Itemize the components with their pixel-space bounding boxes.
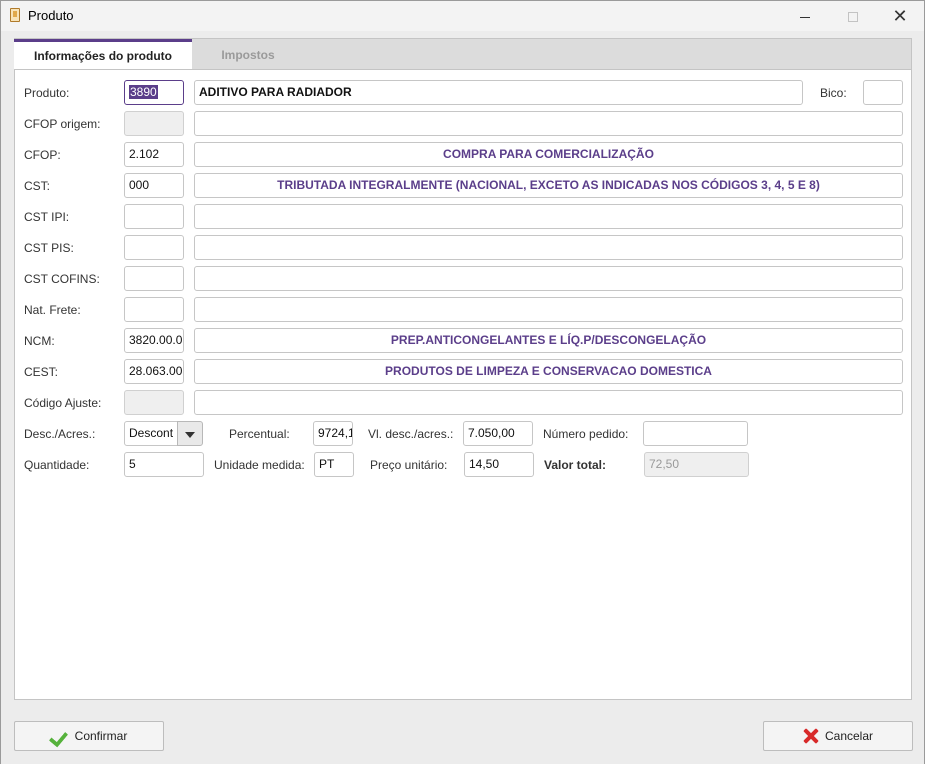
- maximize-icon: [848, 12, 858, 23]
- preco-unitario-label: Preço unitário:: [370, 458, 448, 472]
- minimize-button[interactable]: [782, 1, 828, 31]
- cfop-code-input[interactable]: 2.102: [124, 142, 184, 167]
- cst-cofins-description-field: [194, 266, 903, 291]
- maximize-button[interactable]: [830, 1, 876, 31]
- ncm-description-field: PREP.ANTICONGELANTES E LÍQ.P/DESCONGELAÇ…: [194, 328, 903, 353]
- cfop-description-field: COMPRA PARA COMERCIALIZAÇÃO: [194, 142, 903, 167]
- title-bar: Produto ✕: [1, 1, 924, 31]
- percentual-input[interactable]: 9724,1: [313, 421, 353, 446]
- nat-frete-label: Nat. Frete:: [24, 303, 81, 317]
- cst-pis-label: CST PIS:: [24, 241, 74, 255]
- valor-total-field: 72,50: [644, 452, 749, 477]
- cst-code-input[interactable]: 000: [124, 173, 184, 198]
- produto-description-field[interactable]: ADITIVO PARA RADIADOR: [194, 80, 803, 105]
- vl-desc-acres-label: Vl. desc./acres.:: [368, 427, 454, 441]
- product-info-panel: Produto: 3890 ADITIVO PARA RADIADOR Bico…: [14, 69, 912, 700]
- desc-acres-label: Desc./Acres.:: [24, 427, 96, 441]
- produto-code-input[interactable]: 3890: [124, 80, 184, 105]
- desc-acres-select[interactable]: Descont: [124, 421, 178, 446]
- dialog-content: Informações do produto Impostos Produto:…: [1, 31, 924, 764]
- cst-ipi-label: CST IPI:: [24, 210, 70, 224]
- codigo-ajuste-description-field: [194, 390, 903, 415]
- confirm-button[interactable]: Confirmar: [14, 721, 164, 751]
- cfop-origem-label: CFOP origem:: [24, 117, 101, 131]
- nat-frete-description-field: [194, 297, 903, 322]
- preco-unitario-input[interactable]: 14,50: [464, 452, 534, 477]
- close-button[interactable]: ✕: [877, 1, 923, 31]
- unidade-medida-label: Unidade medida:: [214, 458, 305, 472]
- window-title: Produto: [28, 8, 74, 23]
- percentual-label: Percentual:: [229, 427, 290, 441]
- quantidade-label: Quantidade:: [24, 458, 90, 472]
- produto-code-selection: 3890: [129, 85, 158, 99]
- numero-pedido-input[interactable]: [643, 421, 748, 446]
- cfop-origem-code-input: [124, 111, 184, 136]
- close-icon: ✕: [892, 6, 908, 26]
- numero-pedido-label: Número pedido:: [543, 427, 629, 441]
- desc-acres-dropdown-button[interactable]: [177, 421, 203, 446]
- cest-code-input[interactable]: 28.063.00: [124, 359, 184, 384]
- cst-description-field: TRIBUTADA INTEGRALMENTE (NACIONAL, EXCET…: [194, 173, 903, 198]
- cest-description-field: PRODUTOS DE LIMPEZA E CONSERVACAO DOMEST…: [194, 359, 903, 384]
- cancel-button[interactable]: Cancelar: [763, 721, 913, 751]
- tab-taxes[interactable]: Impostos: [193, 39, 303, 71]
- codigo-ajuste-label: Código Ajuste:: [24, 396, 102, 410]
- cst-label: CST:: [24, 179, 51, 193]
- document-icon: [10, 8, 20, 22]
- product-dialog: Produto ✕ Informações do produto Imposto…: [0, 0, 925, 764]
- cst-pis-code-input[interactable]: [124, 235, 184, 260]
- cfop-label: CFOP:: [24, 148, 61, 162]
- bico-input[interactable]: [863, 80, 903, 105]
- x-icon: [803, 728, 819, 744]
- tab-bar: Informações do produto Impostos: [14, 38, 912, 71]
- quantidade-input[interactable]: 5: [124, 452, 204, 477]
- check-icon: [51, 728, 69, 744]
- cst-cofins-code-input[interactable]: [124, 266, 184, 291]
- ncm-label: NCM:: [24, 334, 55, 348]
- codigo-ajuste-code-input: [124, 390, 184, 415]
- cancel-button-label: Cancelar: [824, 729, 874, 743]
- cst-ipi-code-input[interactable]: [124, 204, 184, 229]
- cst-cofins-label: CST COFINS:: [24, 272, 100, 286]
- confirm-button-label: Confirmar: [74, 729, 128, 743]
- minimize-icon: [800, 16, 810, 18]
- unidade-medida-input[interactable]: PT: [314, 452, 354, 477]
- bico-label: Bico:: [820, 86, 847, 100]
- cfop-origem-description-field: [194, 111, 903, 136]
- valor-total-label: Valor total:: [544, 458, 607, 472]
- vl-desc-acres-input[interactable]: 7.050,00: [463, 421, 533, 446]
- produto-label: Produto:: [24, 86, 70, 100]
- ncm-code-input[interactable]: 3820.00.0(: [124, 328, 184, 353]
- cst-ipi-description-field: [194, 204, 903, 229]
- cst-pis-description-field: [194, 235, 903, 260]
- cest-label: CEST:: [24, 365, 59, 379]
- tab-product-info[interactable]: Informações do produto: [14, 39, 192, 71]
- nat-frete-code-input[interactable]: [124, 297, 184, 322]
